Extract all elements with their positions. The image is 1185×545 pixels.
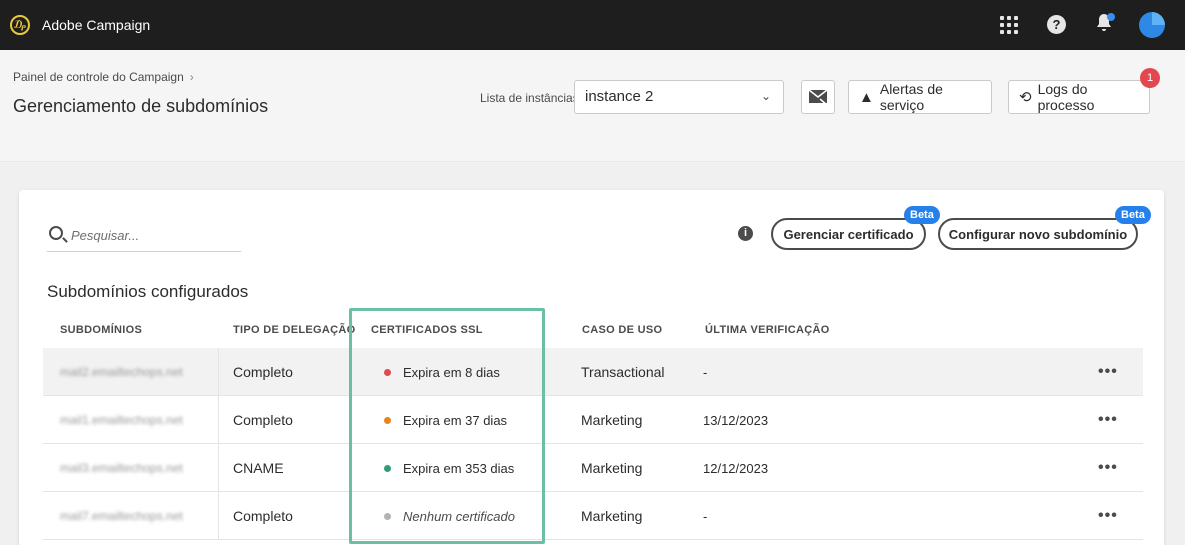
row-more-menu-icon[interactable]: ••• [1098,492,1118,540]
last-check-cell: - [703,508,708,524]
instance-select[interactable]: instance 2 ⌄ [574,80,784,114]
manage-certificate-button[interactable]: Gerenciar certificado [771,218,926,250]
page-title: Gerenciamento de subdomínios [13,96,269,116]
ssl-status-dot [384,464,391,472]
ssl-status-dot [384,368,391,376]
chevron-down-icon: ⌄ [760,89,771,103]
delegation-cell: Completo [233,508,293,524]
subdomains-card: i Gerenciar certificado Beta Configurar … [19,190,1164,545]
top-bar: ₯ Adobe Campaign ? [0,0,1185,50]
use-case-cell: Transactional [581,364,665,380]
apps-grid-icon[interactable] [1000,16,1018,34]
row-more-menu-icon[interactable]: ••• [1098,348,1118,396]
delegation-cell: Completo [233,364,293,380]
breadcrumb[interactable]: Painel de controle do Campaign › [13,70,194,84]
table-row[interactable]: mail2.emailtechops.net Completo Expira e… [43,348,1143,396]
instance-list-label: Lista de instâncias [480,91,579,105]
subdomain-cell: mail7.emailtechops.net [60,509,183,523]
notification-dot [1107,13,1115,21]
instance-select-value: instance 2 [585,88,654,105]
chevron-right-icon: › [189,70,194,84]
page-header: Painel de controle do Campaign › Gerencia… [0,50,1185,162]
table-row[interactable]: mail3.emailtechops.net CNAME Expira em 3… [43,444,1143,492]
column-header-use-case[interactable]: CASO DE USO [582,324,662,336]
breadcrumb-link[interactable]: Painel de controle do Campaign [13,70,184,84]
ssl-cell: Expira em 353 dias [384,444,514,492]
delegation-cell: CNAME [233,460,284,476]
ssl-cell: Expira em 8 dias [384,348,500,396]
delegation-cell: Completo [233,412,293,428]
search-icon [49,226,63,240]
app-title: Adobe Campaign [42,17,151,33]
ssl-cell: Expira em 37 dias [384,396,507,444]
table-row[interactable]: mail7.emailtechops.net Completo Nenhum c… [43,492,1143,540]
use-case-cell: Marketing [581,412,643,428]
service-alerts-label: Alertas de serviço [879,81,943,113]
mail-button[interactable] [801,80,835,114]
column-divider [218,348,219,396]
beta-badge: Beta [1115,206,1151,224]
help-icon[interactable]: ? [1047,15,1066,34]
beta-badge: Beta [904,206,940,224]
process-logs-button[interactable]: ⟲ Logs do processo [1008,80,1150,114]
row-more-menu-icon[interactable]: ••• [1098,396,1118,444]
ssl-status-dot [384,416,391,424]
user-avatar[interactable] [1139,12,1165,38]
configure-new-subdomain-button[interactable]: Configurar novo subdomínio [938,218,1138,250]
ssl-cell: Nenhum certificado [384,492,515,540]
column-header-ssl[interactable]: CERTIFICADOS SSL [371,324,483,336]
ssl-status-dot [384,512,391,520]
info-icon[interactable]: i [738,226,753,241]
last-check-cell: 13/12/2023 [703,412,769,428]
row-more-menu-icon[interactable]: ••• [1098,444,1118,492]
logs-count-badge: 1 [1140,68,1160,88]
ssl-status-text: Expira em 37 dias [403,412,508,428]
history-icon: ⟲ [1019,89,1032,106]
last-check-cell: 12/12/2023 [703,460,769,476]
subdomain-cell: mail3.emailtechops.net [60,461,183,475]
ssl-status-text: Expira em 8 dias [403,364,500,380]
column-divider [218,444,219,492]
ssl-status-text: Nenhum certificado [403,508,515,524]
column-divider [218,396,219,444]
column-divider [218,492,219,540]
column-header-last-check[interactable]: ÚLTIMA VERIFICAÇÃO [705,324,830,336]
subdomain-cell: mail1.emailtechops.net [60,413,183,427]
mail-icon [808,89,828,106]
warning-icon: ▲ [859,88,874,106]
process-logs-label: Logs do processo [1037,81,1095,113]
adobe-campaign-logo-icon[interactable]: ₯ [10,15,30,35]
section-title: Subdomínios configurados [47,282,249,301]
column-header-subdomains[interactable]: SUBDOMÍNIOS [60,324,142,336]
table-row[interactable]: mail1.emailtechops.net Completo Expira e… [43,396,1143,444]
use-case-cell: Marketing [581,460,643,476]
service-alerts-button[interactable]: ▲ Alertas de serviço [848,80,992,114]
last-check-cell: - [703,364,708,380]
column-header-delegation[interactable]: TIPO DE DELEGAÇÃO [233,324,355,336]
search-box[interactable] [47,224,241,252]
ssl-status-text: Expira em 353 dias [403,460,515,476]
subdomain-cell: mail2.emailtechops.net [60,365,183,379]
use-case-cell: Marketing [581,508,643,524]
search-input[interactable] [71,224,236,246]
